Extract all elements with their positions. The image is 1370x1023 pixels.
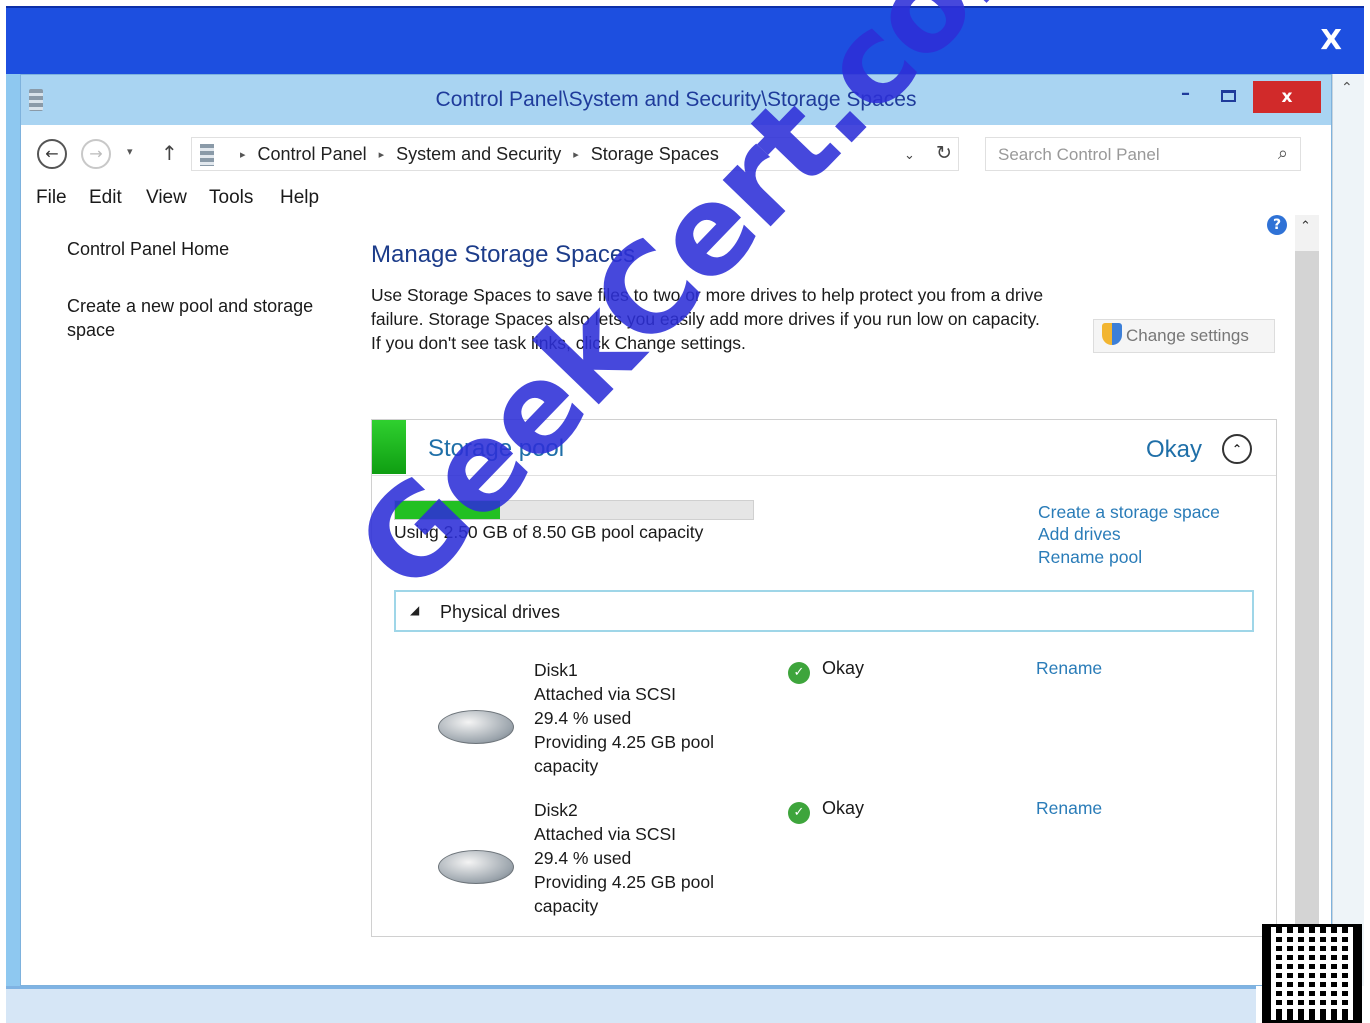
disk-status: Okay (822, 658, 865, 678)
disk-info: Disk1 Attached via SCSI 29.4 % used Prov… (534, 658, 714, 778)
disk-usage: 29.4 % used (534, 848, 632, 868)
check-icon: ✓ (788, 802, 810, 824)
create-storage-space-link[interactable]: Create a storage space (1038, 502, 1220, 523)
breadcrumb-separator-icon[interactable]: ▸ (379, 149, 385, 161)
close-button[interactable]: x (1253, 81, 1321, 113)
breadcrumb-separator-icon[interactable]: ▸ (240, 149, 246, 161)
menu-edit[interactable]: Edit (89, 187, 122, 209)
list-item: Disk2 Attached via SCSI 29.4 % used Prov… (372, 798, 1276, 928)
outer-close-button[interactable]: X (1320, 26, 1342, 54)
rename-pool-link[interactable]: Rename pool (1038, 547, 1142, 568)
change-settings-label: Change settings (1126, 326, 1249, 345)
address-dropdown-icon[interactable]: ⌄ (904, 148, 915, 163)
minimize-button[interactable]: – (1181, 83, 1190, 104)
search-box[interactable]: Search Control Panel ⌕ (985, 137, 1301, 171)
window-titlebar: Control Panel\System and Security\Storag… (21, 75, 1331, 125)
forward-button[interactable]: → (81, 139, 111, 169)
disk-connection: Attached via SCSI (534, 824, 677, 844)
breadcrumb: ▸ Control Panel ▸ System and Security ▸ Stora… (228, 144, 719, 165)
disk-capacity: Providing 4.25 GB pool (534, 872, 714, 892)
add-drives-link[interactable]: Add drives (1038, 524, 1121, 545)
back-button[interactable]: ← (37, 139, 67, 169)
recent-locations-dropdown[interactable]: ▾ (127, 145, 133, 158)
refresh-icon[interactable]: ↻ (936, 142, 952, 164)
list-item: Disk1 Attached via SCSI 29.4 % used Prov… (372, 658, 1276, 788)
physical-drives-label: Physical drives (440, 602, 561, 622)
scrollbar-thumb[interactable] (1295, 251, 1319, 985)
hard-disk-icon (438, 710, 514, 744)
breadcrumb-system-and-security[interactable]: System and Security (396, 144, 561, 164)
hard-disk-icon (438, 850, 514, 884)
disk-name: Disk2 (534, 800, 578, 820)
menu-tools[interactable]: Tools (209, 187, 253, 209)
create-pool-link[interactable]: Create a new pool and storage space (67, 294, 327, 342)
disk-info: Disk2 Attached via SCSI 29.4 % used Prov… (534, 798, 714, 918)
maximize-button[interactable] (1221, 90, 1236, 102)
search-input[interactable]: Search Control Panel (998, 145, 1160, 165)
disk-capacity-cont: capacity (534, 756, 599, 776)
check-icon: ✓ (788, 662, 810, 684)
breadcrumb-separator-icon[interactable]: ▸ (573, 149, 579, 161)
search-icon[interactable]: ⌕ (1278, 143, 1288, 164)
menu-file[interactable]: File (36, 187, 67, 209)
taskbar-strip (6, 986, 1256, 1023)
disk-capacity-cont: capacity (534, 896, 599, 916)
qr-code-icon (1262, 924, 1362, 1023)
uac-shield-icon (1102, 323, 1122, 345)
disk-status: Okay (822, 798, 865, 818)
help-icon[interactable]: ? (1267, 215, 1287, 235)
change-settings-button[interactable]: Change settings (1093, 319, 1275, 353)
pool-status-text: Okay (1146, 436, 1203, 463)
disk-usage: 29.4 % used (534, 708, 632, 728)
window-title: Control Panel\System and Security\Storag… (435, 88, 917, 111)
collapse-pool-icon[interactable]: ⌃ (1222, 434, 1252, 464)
outer-frame-scroll-strip: ⌃ (1332, 74, 1364, 986)
rename-disk-link[interactable]: Rename (1036, 798, 1102, 819)
disk-capacity: Providing 4.25 GB pool (534, 732, 714, 752)
disk-name: Disk1 (534, 660, 578, 680)
outer-frame-left-edge (6, 74, 20, 986)
disk-connection: Attached via SCSI (534, 684, 677, 704)
outer-frame-titlebar: X (6, 6, 1364, 74)
menu-view[interactable]: View (146, 187, 187, 209)
outer-scroll-up-icon[interactable]: ⌃ (1341, 80, 1353, 96)
physical-drives-header[interactable]: ◢ Physical drives (394, 590, 1254, 632)
rename-disk-link[interactable]: Rename (1036, 658, 1102, 679)
content-scrollbar[interactable]: ⌃ (1295, 215, 1319, 985)
control-panel-icon (200, 144, 214, 166)
up-button[interactable]: ↑ (161, 141, 178, 165)
breadcrumb-control-panel[interactable]: Control Panel (258, 144, 367, 164)
control-panel-home-link[interactable]: Control Panel Home (67, 237, 327, 261)
scroll-up-icon[interactable]: ⌃ (1300, 219, 1311, 234)
menu-help[interactable]: Help (280, 187, 319, 209)
